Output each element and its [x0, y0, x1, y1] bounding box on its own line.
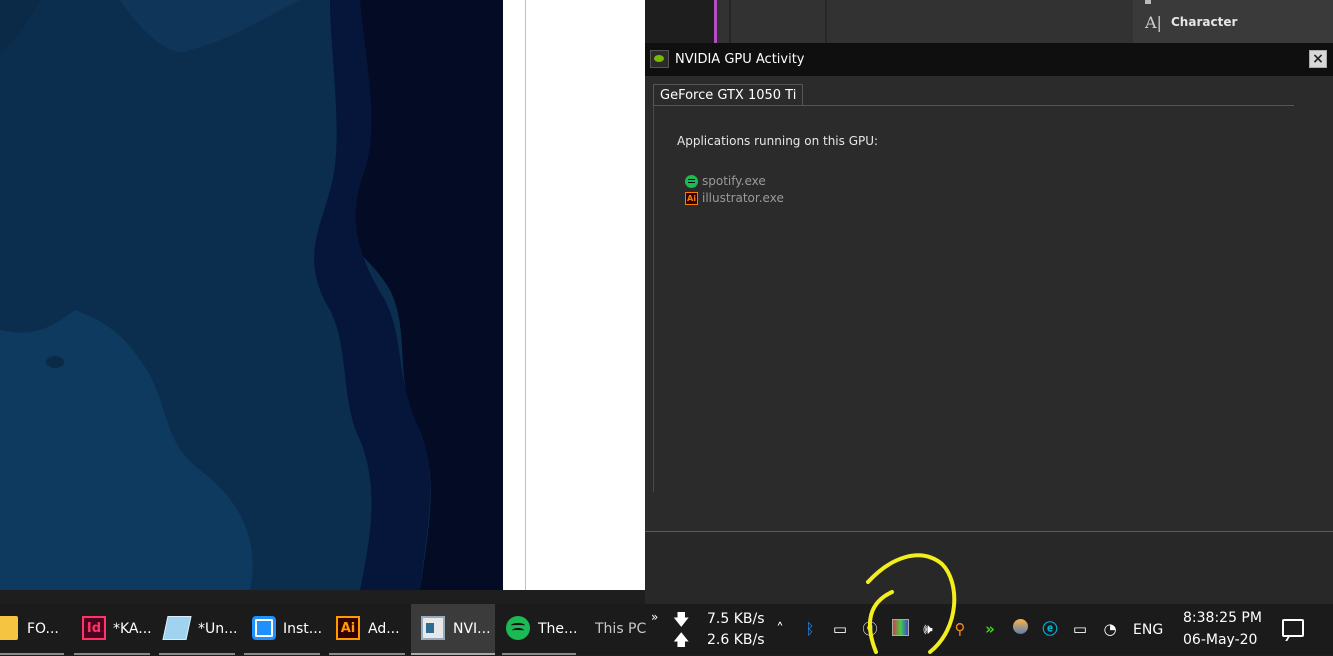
tablet-icon[interactable]: ▭ — [830, 619, 850, 639]
nvidia-window-icon — [421, 616, 445, 640]
illustrator-icon: Ai — [336, 616, 360, 640]
taskbar-label: Inst... — [283, 621, 323, 637]
spotify-icon — [685, 175, 698, 188]
taskbar-item-indesign[interactable]: Id *KA... — [70, 604, 152, 655]
taskbar-label: *KA... — [113, 621, 152, 637]
language-indicator[interactable]: ENG — [1133, 622, 1163, 638]
panel-icon-stub — [1145, 0, 1151, 4]
list-item[interactable]: spotify.exe — [685, 173, 766, 189]
indesign-icon: Id — [82, 616, 106, 640]
volume-icon[interactable]: 🕪 — [918, 619, 938, 639]
taskbar-item-notepad[interactable]: *Un... — [155, 604, 237, 655]
window-bottom-strip — [645, 590, 1333, 604]
window-footer — [645, 532, 1333, 590]
wifi-icon[interactable]: ◔ — [1100, 619, 1120, 639]
toolbar-overflow-icon[interactable]: » — [651, 610, 658, 624]
artboard-edge-guide — [525, 0, 526, 590]
qbittorrent-icon[interactable]: ⓠ — [860, 619, 880, 639]
taskbar-item-folder[interactable]: FO... — [0, 604, 66, 655]
nvidia-gpu-activity-window: NVIDIA GPU Activity × GeForce GTX 1050 T… — [645, 43, 1333, 590]
app-name: illustrator.exe — [702, 191, 784, 205]
taskbar: FO... Id *KA... *Un... Inst... Ai Ad... … — [0, 604, 1333, 655]
apps-heading: Applications running on this GPU: — [677, 134, 879, 148]
tab-content-pane — [653, 106, 1295, 492]
panel-divider — [729, 0, 731, 44]
weather-icon[interactable] — [1010, 619, 1030, 639]
window-title-bar[interactable]: NVIDIA GPU Activity × — [645, 43, 1333, 76]
bluetooth-icon[interactable]: ᛒ — [800, 619, 820, 639]
character-panel-tab[interactable]: A| Character — [1133, 0, 1333, 44]
nvidia-logo-icon — [650, 50, 669, 68]
tab-gpu[interactable]: GeForce GTX 1050 Ti — [653, 84, 804, 106]
canvas-map-artwork — [0, 0, 503, 590]
this-pc-toolbar[interactable]: This PC — [595, 621, 646, 637]
illustrator-icon: Ai — [685, 192, 698, 205]
notepad-icon — [162, 616, 192, 640]
show-hidden-icons-chevron-up-icon[interactable]: ˄ — [770, 619, 790, 639]
search-magnifier-icon[interactable]: ⚲ — [950, 619, 970, 639]
edge-browser-icon[interactable]: ⓔ — [1040, 619, 1060, 639]
taskbar-label: NVI... — [453, 621, 491, 637]
bleed-guide-line — [715, 0, 717, 44]
taskbar-label: The... — [538, 621, 578, 637]
taskbar-item-spotify[interactable]: The... — [498, 604, 578, 655]
character-icon: A| — [1145, 13, 1162, 32]
color-grid-icon[interactable] — [890, 619, 910, 639]
network-upload-speed: 2.6 KB/s — [707, 632, 765, 648]
spotify-icon — [506, 616, 530, 640]
list-item[interactable]: Ai illustrator.exe — [685, 190, 784, 206]
folder-icon — [0, 616, 18, 640]
upload-arrow-icon: 🡅 — [673, 630, 690, 649]
taskbar-label: FO... — [27, 621, 59, 637]
taskbar-label: *Un... — [198, 621, 238, 637]
network-download-speed: 7.5 KB/s — [707, 611, 765, 627]
notification-center-icon[interactable] — [1282, 619, 1304, 637]
taskbar-item-illustrator[interactable]: Ai Ad... — [325, 604, 407, 655]
close-button[interactable]: × — [1309, 50, 1327, 68]
instagram-icon — [252, 616, 276, 640]
panel-divider — [825, 0, 827, 44]
taskbar-label: Ad... — [368, 621, 400, 637]
taskbar-item-nvidia[interactable]: NVI... — [411, 604, 495, 655]
clock-time[interactable]: 8:38:25 PM — [1183, 610, 1262, 626]
clock-date[interactable]: 06-May-20 — [1183, 632, 1257, 648]
taskbar-item-instagram[interactable]: Inst... — [240, 604, 322, 655]
artboard — [503, 0, 715, 590]
app-name: spotify.exe — [702, 174, 766, 188]
character-label: Character — [1171, 15, 1238, 29]
nvidia-geforce-icon[interactable]: » — [980, 619, 1000, 639]
battery-icon[interactable]: ▭ — [1070, 619, 1090, 639]
window-title: NVIDIA GPU Activity — [675, 52, 805, 67]
